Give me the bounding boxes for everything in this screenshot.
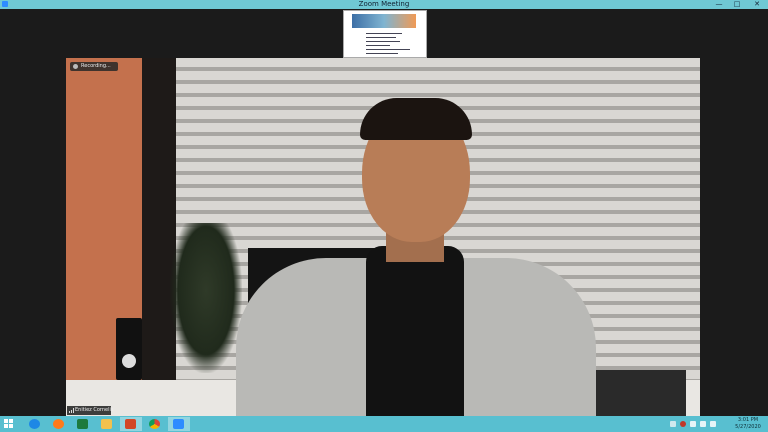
participant-name: Enitiez Cornelis <box>75 407 114 413</box>
video-speaker <box>116 318 142 380</box>
taskbar-zoom[interactable] <box>168 417 190 431</box>
close-button[interactable]: ✕ <box>750 0 764 9</box>
notification-icon[interactable] <box>710 421 716 427</box>
chrome-icon <box>149 419 160 429</box>
windows-logo-icon <box>4 419 14 429</box>
participant-video[interactable] <box>66 58 700 416</box>
clock-date: 5/27/2020 <box>735 424 761 430</box>
system-tray: 3:01 PM 5/27/2020 <box>668 416 768 432</box>
thumbnail-text-line <box>366 53 398 54</box>
taskbar-chrome[interactable] <box>144 417 166 431</box>
thumbnail-text-line <box>366 33 402 34</box>
window-titlebar: Zoom Meeting — □ ✕ <box>0 0 768 9</box>
volume-icon[interactable] <box>700 421 706 427</box>
powerpoint-icon <box>125 419 136 429</box>
zoom-icon <box>173 419 184 429</box>
recording-icon <box>73 64 78 69</box>
keyboard-icon[interactable] <box>670 421 676 427</box>
recording-label: Recording... <box>81 63 111 69</box>
maximize-button[interactable]: □ <box>730 0 744 9</box>
network-icon[interactable] <box>690 421 696 427</box>
windows-taskbar: 3:01 PM 5/27/2020 <box>0 416 768 432</box>
person-hair <box>360 98 472 140</box>
signal-strength-icon <box>69 408 74 413</box>
thumbnail-text-line <box>366 49 410 50</box>
shared-screen-thumbnail[interactable] <box>343 10 427 58</box>
thumbnail-banner-image <box>352 14 416 28</box>
taskbar-internet-explorer[interactable] <box>24 417 46 431</box>
taskbar-clock[interactable]: 3:01 PM 5/27/2020 <box>734 417 762 431</box>
clock-time: 3:01 PM <box>737 417 759 423</box>
file-explorer-icon <box>101 419 112 429</box>
thumbnail-text-line <box>366 45 390 46</box>
person-sweater <box>366 246 464 416</box>
recording-indicator[interactable]: Recording... <box>70 62 118 71</box>
taskbar-excel[interactable] <box>72 417 94 431</box>
internet-explorer-icon <box>29 419 40 429</box>
thumbnail-text-line <box>366 37 396 38</box>
taskbar-powerpoint[interactable] <box>120 417 142 431</box>
minimize-button[interactable]: — <box>712 0 726 9</box>
start-button[interactable] <box>0 417 22 431</box>
taskbar-firefox[interactable] <box>48 417 70 431</box>
participant-person <box>226 98 606 416</box>
thumbnail-text-line <box>366 41 400 42</box>
taskbar-file-explorer[interactable] <box>96 417 118 431</box>
excel-icon <box>77 419 88 429</box>
tray-app-icon[interactable] <box>680 421 686 427</box>
firefox-icon <box>53 419 64 429</box>
speaker-cone <box>122 354 136 368</box>
window-title: Zoom Meeting <box>358 0 410 8</box>
participant-name-label: Enitiez Cornelis <box>67 406 114 415</box>
